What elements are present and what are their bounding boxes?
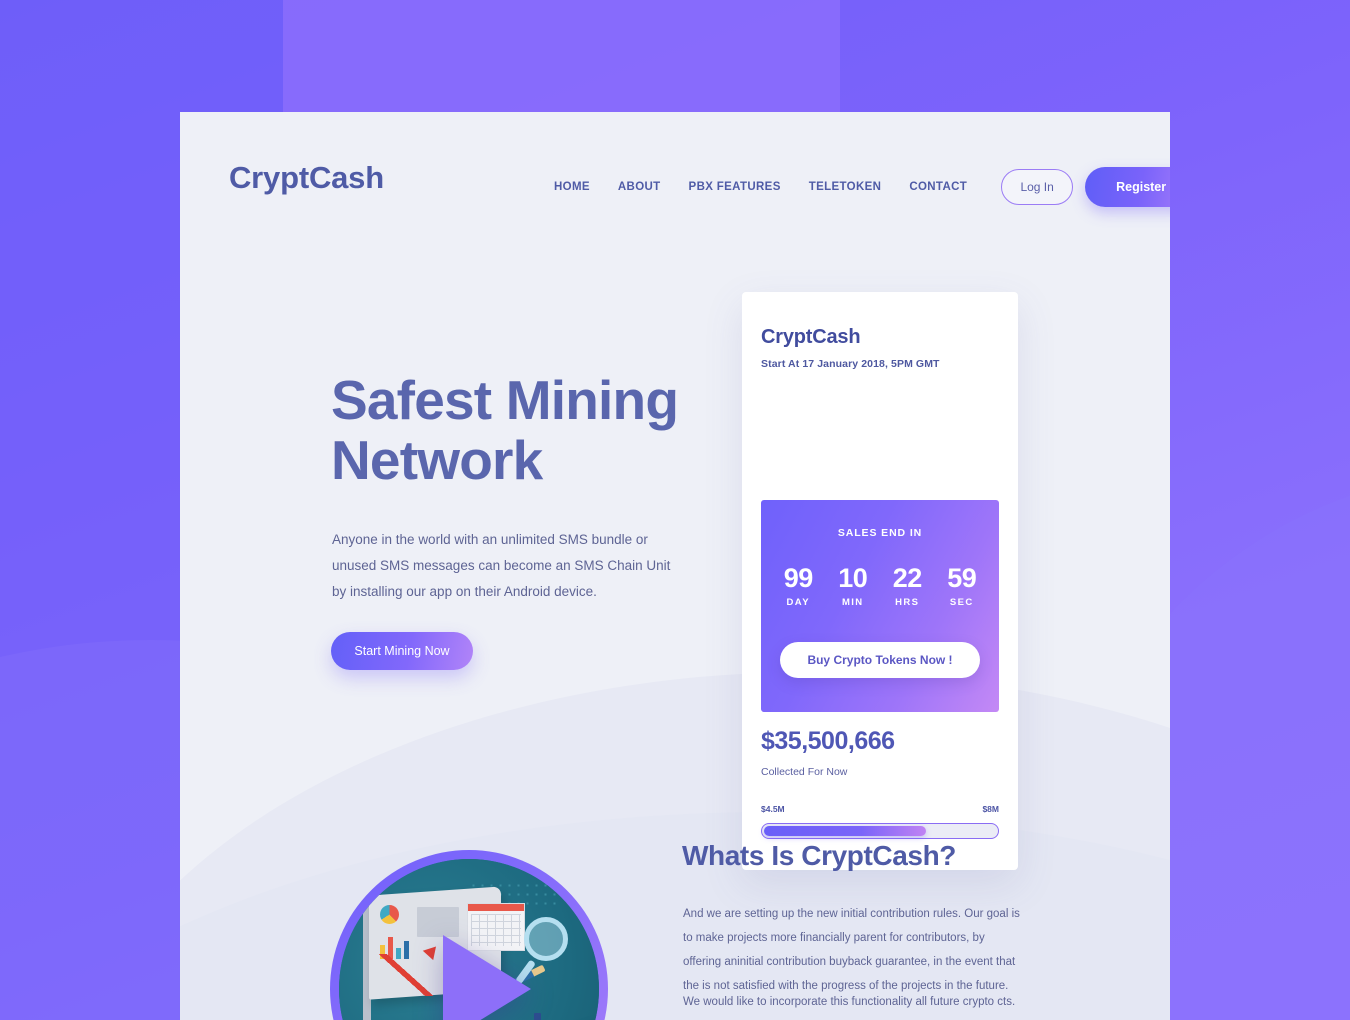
about-paragraph-2: We would like to incorporate this functi…: [683, 996, 1016, 1008]
login-button[interactable]: Log In: [1001, 169, 1074, 205]
countdown-unit-hrs: HRS: [895, 597, 920, 608]
progress-max-label: $8M: [982, 804, 999, 814]
about-paragraph-1: And we are setting up the new initial co…: [683, 908, 1020, 992]
nav-item-pbx-features[interactable]: PBX FEATURES: [675, 181, 795, 193]
collected-label: Collected For Now: [761, 766, 848, 778]
countdown-value-min: 10: [838, 563, 868, 593]
collected-amount: $35,500,666: [761, 727, 895, 755]
funding-progress-fill: [764, 826, 927, 836]
play-icon: [443, 935, 531, 1020]
nav-item-about[interactable]: ABOUT: [604, 181, 675, 193]
nav-item-contact[interactable]: CONTACT: [895, 181, 981, 193]
ico-card-title: CryptCash: [761, 326, 861, 348]
brand-logo[interactable]: CryptCash: [229, 160, 384, 196]
nav-item-home[interactable]: HOME: [540, 181, 604, 193]
countdown-cell-day: 99 DAY: [771, 562, 826, 608]
countdown-cell-sec: 59 SEC: [935, 562, 990, 608]
countdown-unit-sec: SEC: [949, 597, 974, 608]
progress-min-label: $4.5M: [761, 804, 785, 814]
countdown-value-day: 99: [783, 563, 814, 593]
about-section-title: Whats Is CryptCash?: [682, 840, 956, 871]
ico-card: CryptCash Start At 17 January 2018, 5PM …: [742, 292, 1018, 870]
hero-description: Anyone in the world with an unlimited SM…: [332, 532, 671, 599]
countdown-label: SALES END IN: [837, 527, 923, 539]
countdown-cell-min: 10 MIN: [826, 562, 881, 608]
countdown-value-sec: 59: [947, 563, 977, 593]
backdrop-top-block: [283, 0, 840, 112]
video-thumbnail[interactable]: [330, 850, 608, 1020]
site-header: CryptCash HOME ABOUT PBX FEATURES TELETO…: [180, 112, 1170, 252]
buy-crypto-tokens-button[interactable]: Buy Crypto Tokens Now !: [780, 642, 980, 678]
countdown-value-hrs: 22: [892, 563, 923, 593]
countdown-timer: 99 DAY 10 MIN 22 HRS 59 SEC: [771, 562, 989, 608]
countdown-cell-hrs: 22 HRS: [880, 562, 935, 608]
nav-item-teletoken[interactable]: TELETOKEN: [795, 181, 896, 193]
website-page: CryptCash HOME ABOUT PBX FEATURES TELETO…: [180, 112, 1170, 1020]
funding-progress-bar: [761, 823, 999, 839]
start-mining-button[interactable]: Start Mining Now: [331, 632, 473, 670]
countdown-unit-min: MIN: [841, 597, 864, 608]
countdown-panel: SALES END IN 99 DAY 10 MIN 22 HRS 59 SEC…: [761, 500, 999, 712]
ico-start-date: Start At 17 January 2018, 5PM GMT: [761, 358, 940, 370]
countdown-unit-day: DAY: [786, 597, 810, 608]
page-backdrop: CryptCash HOME ABOUT PBX FEATURES TELETO…: [0, 0, 1350, 1020]
play-video-button[interactable]: [330, 850, 608, 1020]
register-button[interactable]: Register: [1085, 167, 1170, 207]
main-navigation: HOME ABOUT PBX FEATURES TELETOKEN CONTAC…: [540, 167, 1170, 207]
hero-title: Safest Mining Network: [331, 369, 679, 491]
